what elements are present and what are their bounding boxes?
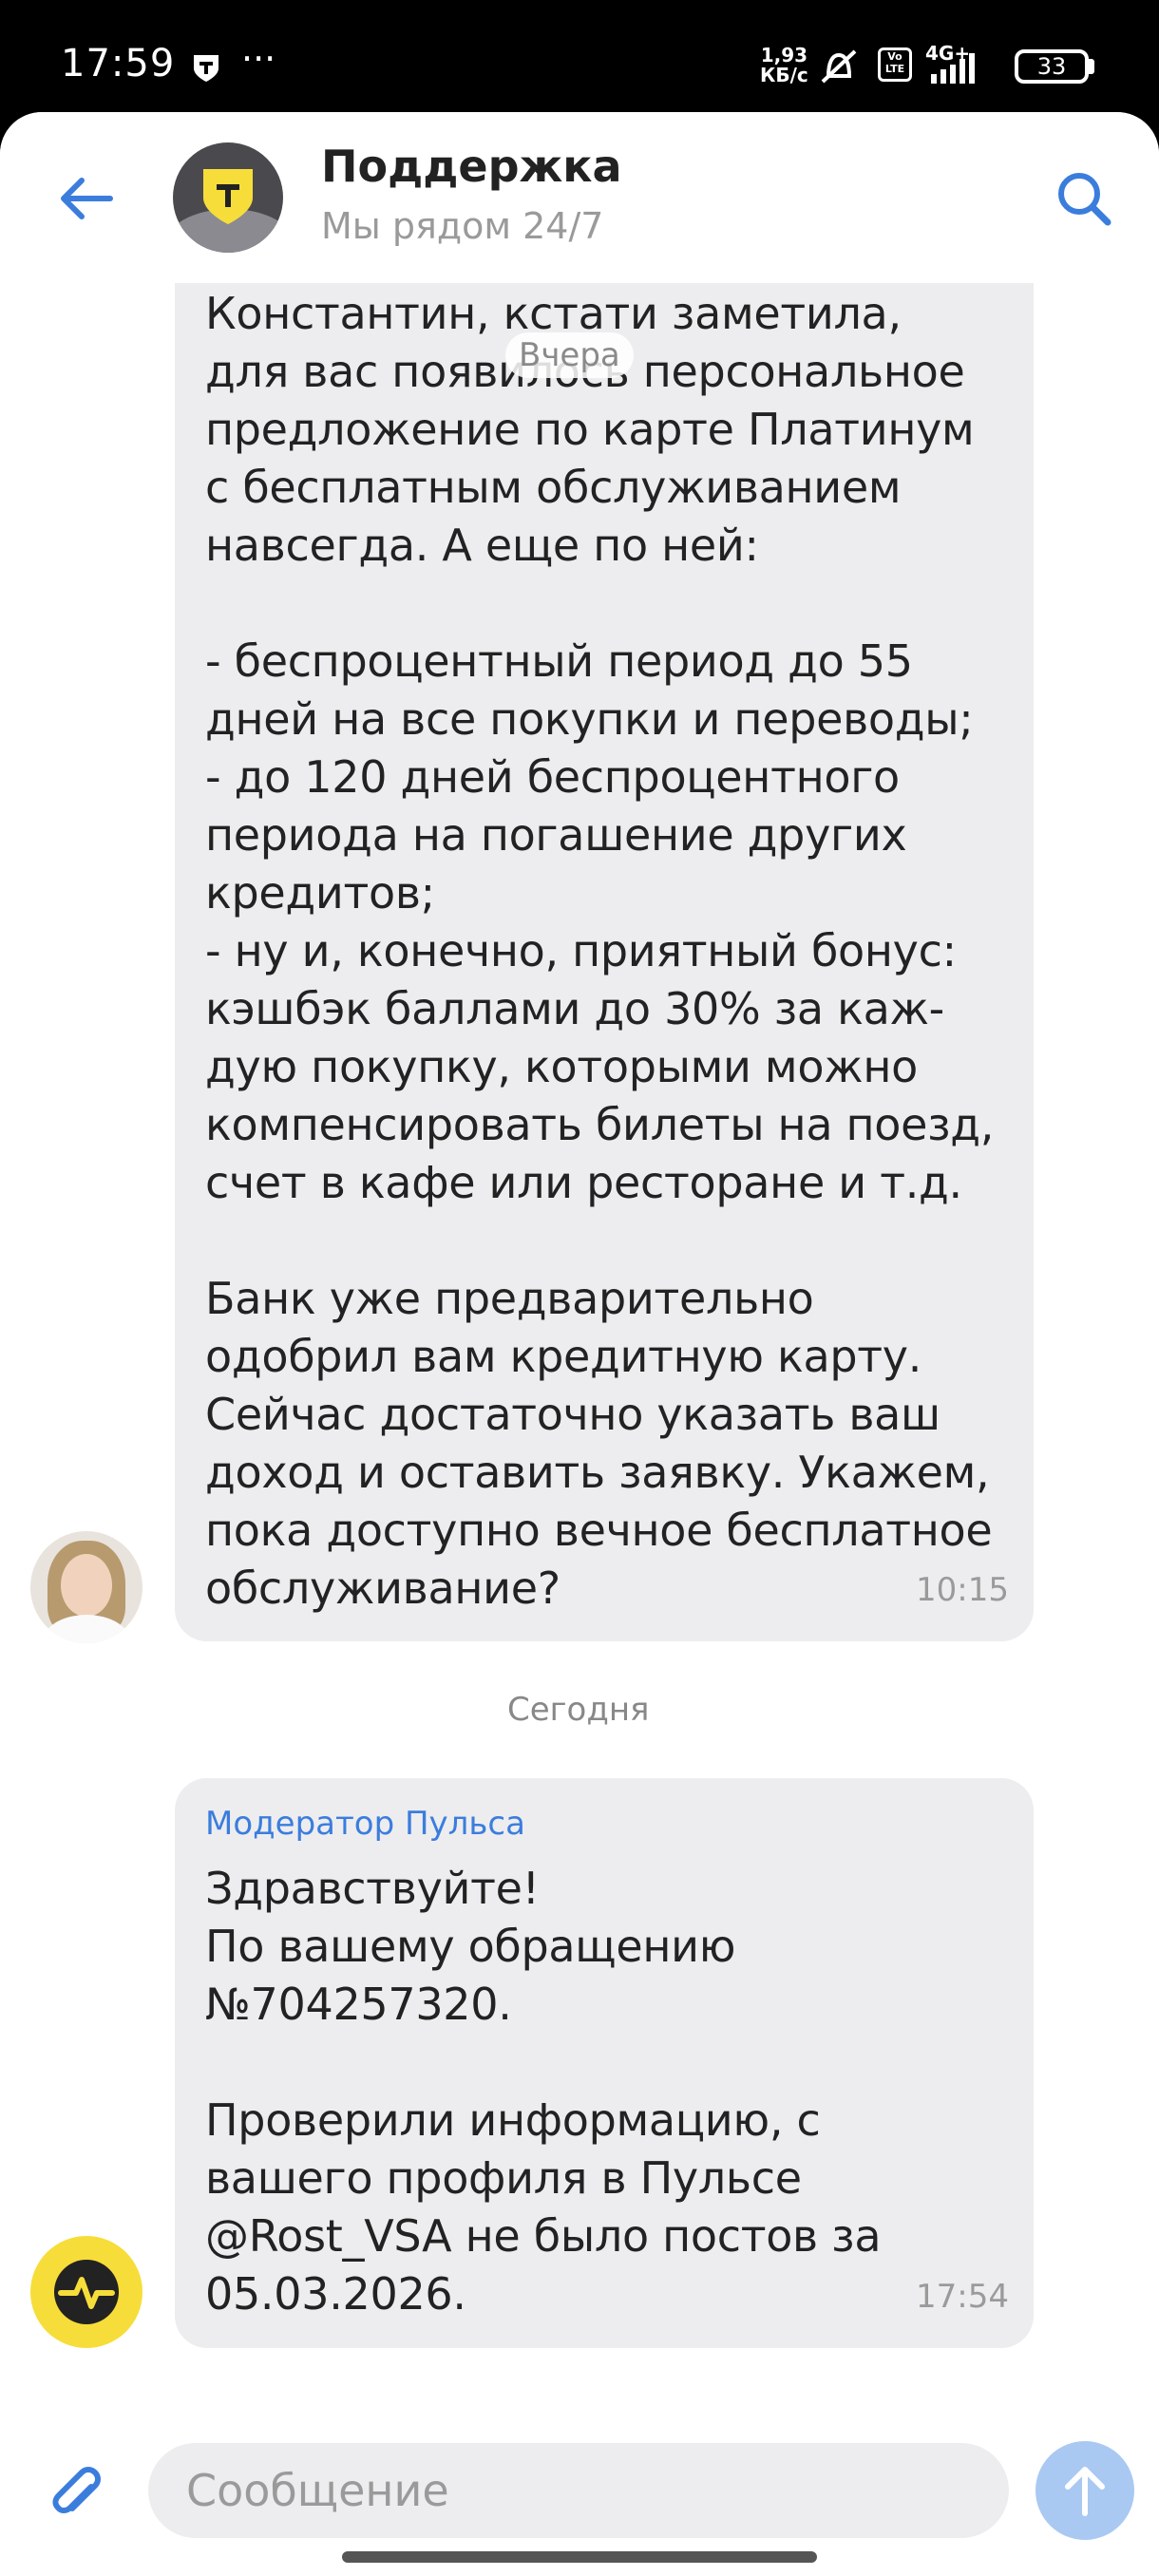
paperclip-icon[interactable]: [42, 2454, 110, 2523]
message-time: 10:15: [916, 1571, 1009, 1609]
battery-tip: [1089, 59, 1094, 74]
battery-icon: 33: [1015, 49, 1089, 84]
arrow-up-icon: [1065, 2467, 1105, 2516]
agent-avatar[interactable]: [30, 1531, 142, 1643]
status-time: 17:59: [61, 42, 176, 85]
send-button[interactable]: [1036, 2441, 1134, 2540]
floating-date-label: Вчера: [505, 332, 634, 378]
message-bubble[interactable]: Модератор Пульса Здравствуйте! По вашему…: [175, 1778, 1034, 2348]
message-list[interactable]: Константин, кстати заметила, для вас поя…: [0, 283, 1159, 2430]
chat-screen: Поддержка Мы рядом 24/7 Константин, кста…: [0, 112, 1159, 2576]
support-avatar[interactable]: [173, 142, 283, 253]
network-speed: 1,93 КБ/с: [760, 46, 808, 85]
status-bar: 17:59 ··· 1,93 КБ/с Vo LTE 4G+ 33: [0, 0, 1159, 123]
moderator-avatar[interactable]: [30, 2236, 142, 2348]
network-speed-unit: КБ/с: [760, 64, 808, 86]
mute-alarm-icon: [821, 49, 857, 84]
shield-icon: [194, 55, 218, 82]
bank-logo-icon: [203, 169, 253, 224]
chat-subtitle: Мы рядом 24/7: [321, 205, 604, 247]
message-sender[interactable]: Модератор Пульса: [205, 1805, 525, 1843]
network-speed-value: 1,93: [760, 44, 808, 66]
date-separator: Сегодня: [507, 1691, 650, 1729]
battery-level: 33: [1036, 53, 1067, 80]
signal-icon: [931, 53, 975, 84]
message-text: Здравствуйте! По вашему обращению №70425…: [205, 1863, 882, 2320]
chat-title: Поддержка: [321, 141, 622, 192]
volte-icon: Vo LTE: [878, 47, 912, 82]
chat-header: Поддержка Мы рядом 24/7: [0, 112, 1159, 283]
message-text: Константин, кстати заметила, для вас поя…: [205, 288, 995, 1614]
message-bubble[interactable]: Константин, кстати заметила, для вас поя…: [175, 283, 1034, 1641]
arrow-left-icon[interactable]: [53, 165, 120, 232]
message-time: 17:54: [916, 2278, 1009, 2316]
avatar-face: [61, 1554, 112, 1617]
home-indicator[interactable]: [342, 2551, 817, 2563]
more-notifications-icon: ···: [241, 38, 276, 80]
pulse-logo-icon: [54, 2260, 119, 2324]
message-input[interactable]: [148, 2443, 1009, 2538]
search-icon[interactable]: [1051, 165, 1117, 232]
